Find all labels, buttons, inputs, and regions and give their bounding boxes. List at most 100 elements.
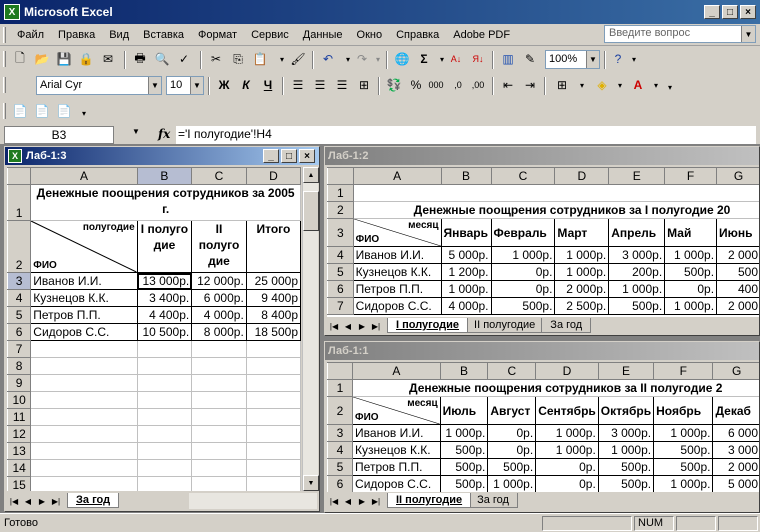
value-cell[interactable]: 1 200р. xyxy=(440,263,492,281)
empty-cell[interactable] xyxy=(191,391,247,409)
name-cell[interactable]: Петров П.П. xyxy=(30,306,138,324)
cut-icon[interactable]: ✂ xyxy=(206,49,226,69)
month-header[interactable]: Ноябрь xyxy=(653,396,714,425)
percent-icon[interactable]: % xyxy=(406,75,426,95)
new-icon[interactable]: 🗋 xyxy=(10,49,30,69)
empty-cell[interactable] xyxy=(191,374,247,392)
value-cell[interactable]: 1 000р. xyxy=(597,441,655,459)
value-cell[interactable]: 500р. xyxy=(487,458,537,476)
empty-cell[interactable] xyxy=(191,476,247,491)
value-cell[interactable]: 6 000 xyxy=(712,424,759,442)
copy-icon[interactable]: ⎘ xyxy=(228,49,248,69)
column-header[interactable]: A xyxy=(352,167,442,185)
empty-cell[interactable] xyxy=(136,442,193,460)
tab-half2[interactable]: II полугодие xyxy=(465,318,545,333)
name-cell[interactable]: Иванов И.И. xyxy=(30,272,138,290)
name-cell[interactable]: Сидоров С.С. xyxy=(352,475,441,492)
empty-cell[interactable] xyxy=(191,459,247,477)
worksheet-grid[interactable]: A B C D E F G 1 Денежные поощрения сотру… xyxy=(327,362,759,492)
italic-icon[interactable]: К xyxy=(236,75,256,95)
empty-cell[interactable] xyxy=(245,374,301,392)
value-cell[interactable]: 4 400р. xyxy=(136,306,193,324)
empty-cell[interactable] xyxy=(191,408,247,426)
save-icon[interactable]: 💾 xyxy=(54,49,74,69)
month-header[interactable]: Август xyxy=(487,396,537,425)
value-cell[interactable]: 5 000р. xyxy=(440,246,492,264)
empty-cell[interactable] xyxy=(245,340,301,358)
column-header[interactable]: F xyxy=(664,167,718,185)
first-sheet-icon[interactable]: |◀ xyxy=(327,493,341,509)
row-header[interactable]: 10 xyxy=(7,391,32,409)
tab-year[interactable]: За год xyxy=(468,493,518,508)
row-header[interactable]: 2 xyxy=(7,220,32,273)
empty-cell[interactable] xyxy=(136,391,193,409)
value-cell[interactable]: 1 000р. xyxy=(439,424,489,442)
vertical-scrollbar[interactable]: ▲ ▼ xyxy=(302,167,319,491)
worksheet-grid[interactable]: A B C D 1 Денежные поощрения сотрудников… xyxy=(7,167,301,491)
email-icon[interactable]: ✉ xyxy=(98,49,118,69)
month-header[interactable]: Февраль xyxy=(490,218,556,247)
sheet-title-cell[interactable]: Денежные поощрения сотрудников за I полу… xyxy=(352,201,759,219)
value-cell[interactable]: 3 000 xyxy=(712,441,759,459)
paste-icon[interactable]: 📋 xyxy=(250,49,270,69)
value-cell[interactable]: 500р. xyxy=(608,297,666,315)
decrease-decimal-icon[interactable]: ,00 xyxy=(468,75,488,95)
value-cell[interactable]: 0р. xyxy=(664,280,718,298)
value-cell[interactable]: 2 000р. xyxy=(554,280,610,298)
diagonal-header-cell[interactable]: полугодие ФИО xyxy=(30,220,138,273)
value-cell[interactable]: 1 000р. xyxy=(487,475,537,492)
column-header[interactable]: E xyxy=(608,167,666,185)
empty-cell[interactable] xyxy=(245,459,301,477)
empty-cell[interactable] xyxy=(245,425,301,443)
name-cell[interactable]: Иванов И.И. xyxy=(352,246,442,264)
spelling-icon[interactable]: ✓ xyxy=(174,49,194,69)
row-header[interactable]: 6 xyxy=(327,475,354,492)
diagonal-header-cell[interactable]: месяц ФИО xyxy=(352,218,442,247)
name-cell[interactable]: Петров П.П. xyxy=(352,280,442,298)
font-dropdown-icon[interactable]: ▼ xyxy=(148,77,161,94)
column-header[interactable]: G xyxy=(712,362,759,380)
value-cell[interactable]: 18 500р xyxy=(245,323,301,341)
row-header[interactable]: 1 xyxy=(327,184,354,202)
empty-cell[interactable] xyxy=(245,442,301,460)
row-header[interactable]: 5 xyxy=(327,263,354,281)
name-box-dropdown-icon[interactable]: ▼ xyxy=(132,127,140,136)
last-sheet-icon[interactable]: ▶| xyxy=(49,493,63,509)
formula-input[interactable]: ='I полугодие'!H4 xyxy=(176,126,756,144)
align-right-icon[interactable]: ☰ xyxy=(332,75,352,95)
scroll-up-icon[interactable]: ▲ xyxy=(303,167,319,183)
empty-cell[interactable] xyxy=(136,425,193,443)
value-cell[interactable]: 1 000р. xyxy=(608,280,666,298)
empty-cell[interactable] xyxy=(136,357,193,375)
sort-desc-icon[interactable]: Я↓ xyxy=(468,49,488,69)
empty-cell[interactable] xyxy=(191,442,247,460)
name-box[interactable]: B3 xyxy=(4,126,114,144)
row-header[interactable]: 4 xyxy=(327,441,354,459)
row-header[interactable]: 7 xyxy=(7,340,32,358)
window-maximize-button[interactable]: □ xyxy=(281,149,297,163)
menu-file[interactable]: Файл xyxy=(10,25,51,45)
empty-cell[interactable] xyxy=(191,357,247,375)
name-cell[interactable]: Петров П.П. xyxy=(352,458,441,476)
empty-cell[interactable] xyxy=(136,340,193,358)
column-header[interactable]: D xyxy=(535,362,599,380)
value-cell[interactable]: 500р. xyxy=(439,441,489,459)
first-sheet-icon[interactable]: |◀ xyxy=(327,318,341,334)
toolbar-grip[interactable] xyxy=(3,103,6,119)
name-cell[interactable]: Кузнецов К.К. xyxy=(352,263,442,281)
empty-cell[interactable] xyxy=(30,391,138,409)
merge-center-icon[interactable]: ⊞ xyxy=(354,75,374,95)
value-cell[interactable]: 1 000р. xyxy=(535,441,599,459)
name-cell[interactable]: Иванов И.И. xyxy=(352,424,441,442)
row-header[interactable]: 12 xyxy=(7,425,32,443)
underline-icon[interactable]: Ч xyxy=(258,75,278,95)
value-cell[interactable]: 10 500р. xyxy=(136,323,193,341)
menu-grip[interactable] xyxy=(3,26,6,43)
name-cell[interactable]: Кузнецов К.К. xyxy=(30,289,138,307)
zoom-select[interactable]: 100% ▼ xyxy=(545,50,600,69)
row-header[interactable]: 3 xyxy=(7,272,32,290)
sheet-title-cell[interactable]: Денежные поощрения сотрудников за II пол… xyxy=(352,379,759,397)
font-select[interactable]: Arial Cyr ▼ xyxy=(36,76,162,95)
value-cell[interactable]: 3 400р. xyxy=(136,289,193,307)
value-cell[interactable]: 200р. xyxy=(608,263,666,281)
